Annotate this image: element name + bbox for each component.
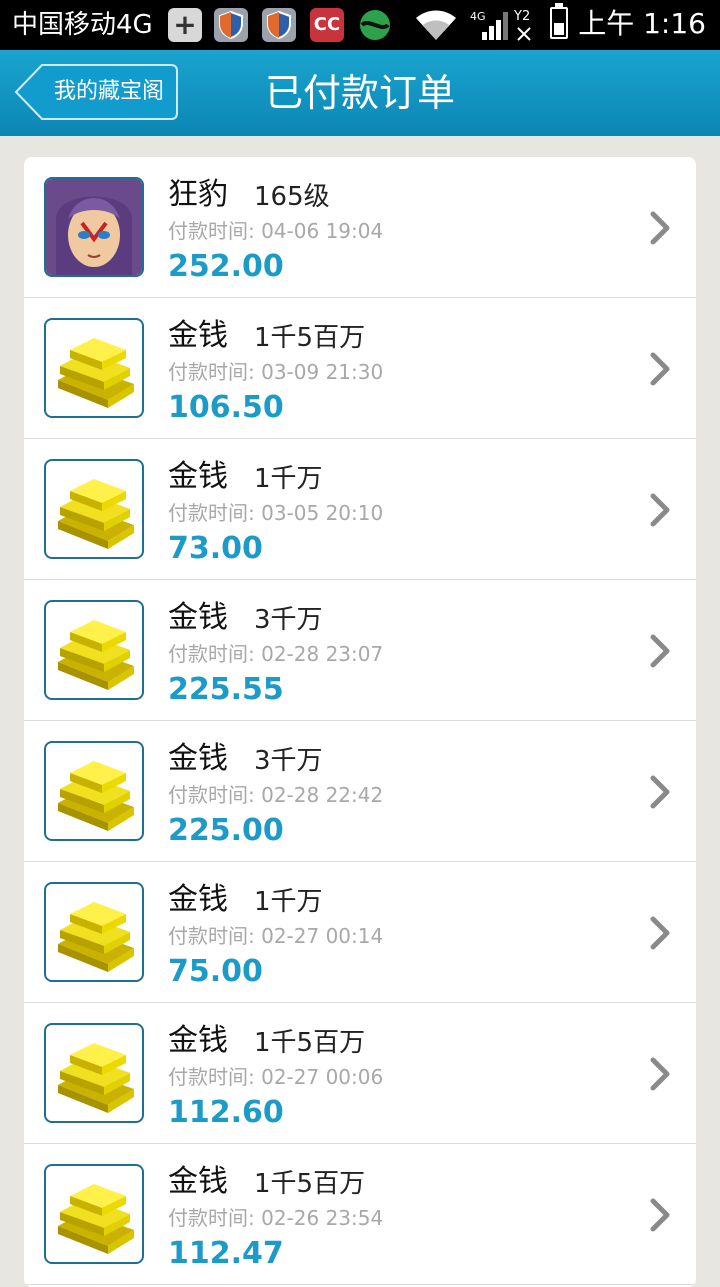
payment-time-value: 03-05 20:10: [261, 501, 384, 525]
order-row[interactable]: 金钱 1千5百万付款时间: 02-26 23:54 112.47: [24, 1144, 696, 1285]
payment-time: 付款时间: 02-28 23:07: [168, 640, 383, 668]
item-name: 金钱: [168, 318, 228, 353]
chevron-right-icon: [650, 775, 670, 813]
item-quantity: 1千5百万: [254, 1169, 366, 1199]
order-row[interactable]: 金钱 3千万付款时间: 02-28 23:07 225.55: [24, 580, 696, 721]
gold-bars-icon: [44, 600, 144, 700]
plus-icon: +: [168, 8, 202, 42]
gold-bars-icon: [44, 741, 144, 841]
payment-time-label: 付款时间:: [168, 642, 262, 666]
payment-time-label: 付款时间:: [168, 924, 262, 948]
payment-time-label: 付款时间:: [168, 501, 262, 525]
gold-bars-icon: [44, 1023, 144, 1123]
back-button-label: 我的藏宝阁: [53, 79, 164, 104]
order-price: 225.55: [168, 672, 284, 707]
payment-time-label: 付款时间:: [168, 219, 262, 243]
payment-time-label: 付款时间:: [168, 783, 262, 807]
shield-icon: [214, 8, 248, 42]
order-price: 73.00: [168, 531, 263, 566]
item-name: 金钱: [168, 1164, 228, 1199]
payment-time: 付款时间: 02-26 23:54: [168, 1204, 383, 1232]
payment-time-value: 03-09 21:30: [261, 360, 384, 384]
item-quantity: 1千万: [254, 887, 323, 917]
payment-time-value: 02-28 23:07: [261, 642, 384, 666]
item-name: 金钱: [168, 600, 228, 635]
item-quantity: 1千5百万: [254, 323, 366, 353]
item-quantity: 3千万: [254, 746, 323, 776]
order-price: 225.00: [168, 813, 284, 848]
payment-time: 付款时间: 02-27 00:06: [168, 1063, 383, 1091]
item-name: 金钱: [168, 882, 228, 917]
payment-time-label: 付款时间:: [168, 1065, 262, 1089]
chevron-right-icon: [650, 493, 670, 531]
gold-bars-icon: [44, 318, 144, 418]
payment-time-label: 付款时间:: [168, 360, 262, 384]
order-price: 112.60: [168, 1095, 284, 1130]
payment-time-label: 付款时间:: [168, 1206, 262, 1230]
chevron-right-icon: [650, 916, 670, 954]
order-list: 狂豹 165级 付款时间: 04-06 19:04 252.00 金钱 1千5百万 付款时…: [24, 157, 696, 1287]
order-price: 75.00: [168, 954, 263, 989]
character-avatar: [44, 177, 144, 277]
chevron-right-icon: [650, 1198, 670, 1236]
order-price: 252.00: [168, 249, 284, 284]
sim-icon: Y2: [513, 6, 538, 46]
wifi-icon: [414, 8, 458, 46]
status-bar: 中国移动4G + CC 4G Y2 上午 1:16: [0, 0, 720, 50]
payment-time: 付款时间: 04-06 19:04: [168, 217, 383, 245]
order-row[interactable]: 金钱 3千万付款时间: 02-28 22:42 225.00: [24, 721, 696, 862]
payment-time: 付款时间: 02-28 22:42: [168, 781, 383, 809]
app-header: 我的藏宝阁 已付款订单: [0, 50, 720, 136]
clock: 上午 1:16: [578, 7, 706, 40]
payment-time: 付款时间: 03-09 21:30: [168, 358, 383, 386]
signal-4g-icon: 4G: [470, 8, 510, 46]
chevron-right-icon: [650, 211, 670, 249]
item-name: 狂豹: [168, 177, 228, 212]
item-name: 金钱: [168, 1023, 228, 1058]
gold-bars-icon: [44, 882, 144, 982]
payment-time-value: 02-28 22:42: [261, 783, 384, 807]
chevron-right-icon: [650, 634, 670, 672]
order-row[interactable]: 金钱 1千万付款时间: 03-05 20:10 73.00: [24, 439, 696, 580]
item-quantity: 1千万: [254, 464, 323, 494]
payment-time-value: 04-06 19:04: [261, 219, 384, 243]
carrier-label: 中国移动4G: [12, 10, 153, 40]
payment-time-value: 02-27 00:06: [261, 1065, 384, 1089]
chevron-right-icon: [650, 352, 670, 390]
battery-icon: [550, 3, 568, 39]
shield-icon: [262, 8, 296, 42]
item-quantity: 3千万: [254, 605, 323, 635]
payment-time-value: 02-27 00:14: [261, 924, 384, 948]
order-row[interactable]: 狂豹 165级付款时间: 04-06 19:04 252.00: [24, 157, 696, 298]
order-price: 106.50: [168, 390, 284, 425]
order-row[interactable]: 金钱 1千万付款时间: 02-27 00:14 75.00: [24, 862, 696, 1003]
order-row[interactable]: 金钱 1千5百万付款时间: 02-27 00:06 112.60: [24, 1003, 696, 1144]
payment-time: 付款时间: 03-05 20:10: [168, 499, 383, 527]
payment-time: 付款时间: 02-27 00:14: [168, 922, 383, 950]
back-button[interactable]: 我的藏宝阁: [14, 64, 178, 120]
chevron-right-icon: [650, 1057, 670, 1095]
payment-time-value: 02-26 23:54: [261, 1206, 384, 1230]
gold-bars-icon: [44, 459, 144, 559]
gold-bars-icon: [44, 1164, 144, 1264]
item-name: 金钱: [168, 459, 228, 494]
svg-text:4G: 4G: [470, 10, 486, 23]
svg-text:Y2: Y2: [514, 9, 530, 24]
ball-icon: [358, 8, 392, 42]
order-price: 112.47: [168, 1236, 284, 1271]
page-title: 已付款订单: [264, 71, 455, 115]
item-name: 金钱: [168, 741, 228, 776]
item-quantity: 1千5百万: [254, 1028, 366, 1058]
order-row[interactable]: 金钱 1千5百万付款时间: 03-09 21:30 106.50: [24, 298, 696, 439]
cc-icon: CC: [310, 8, 344, 42]
item-quantity: 165级: [254, 182, 330, 212]
